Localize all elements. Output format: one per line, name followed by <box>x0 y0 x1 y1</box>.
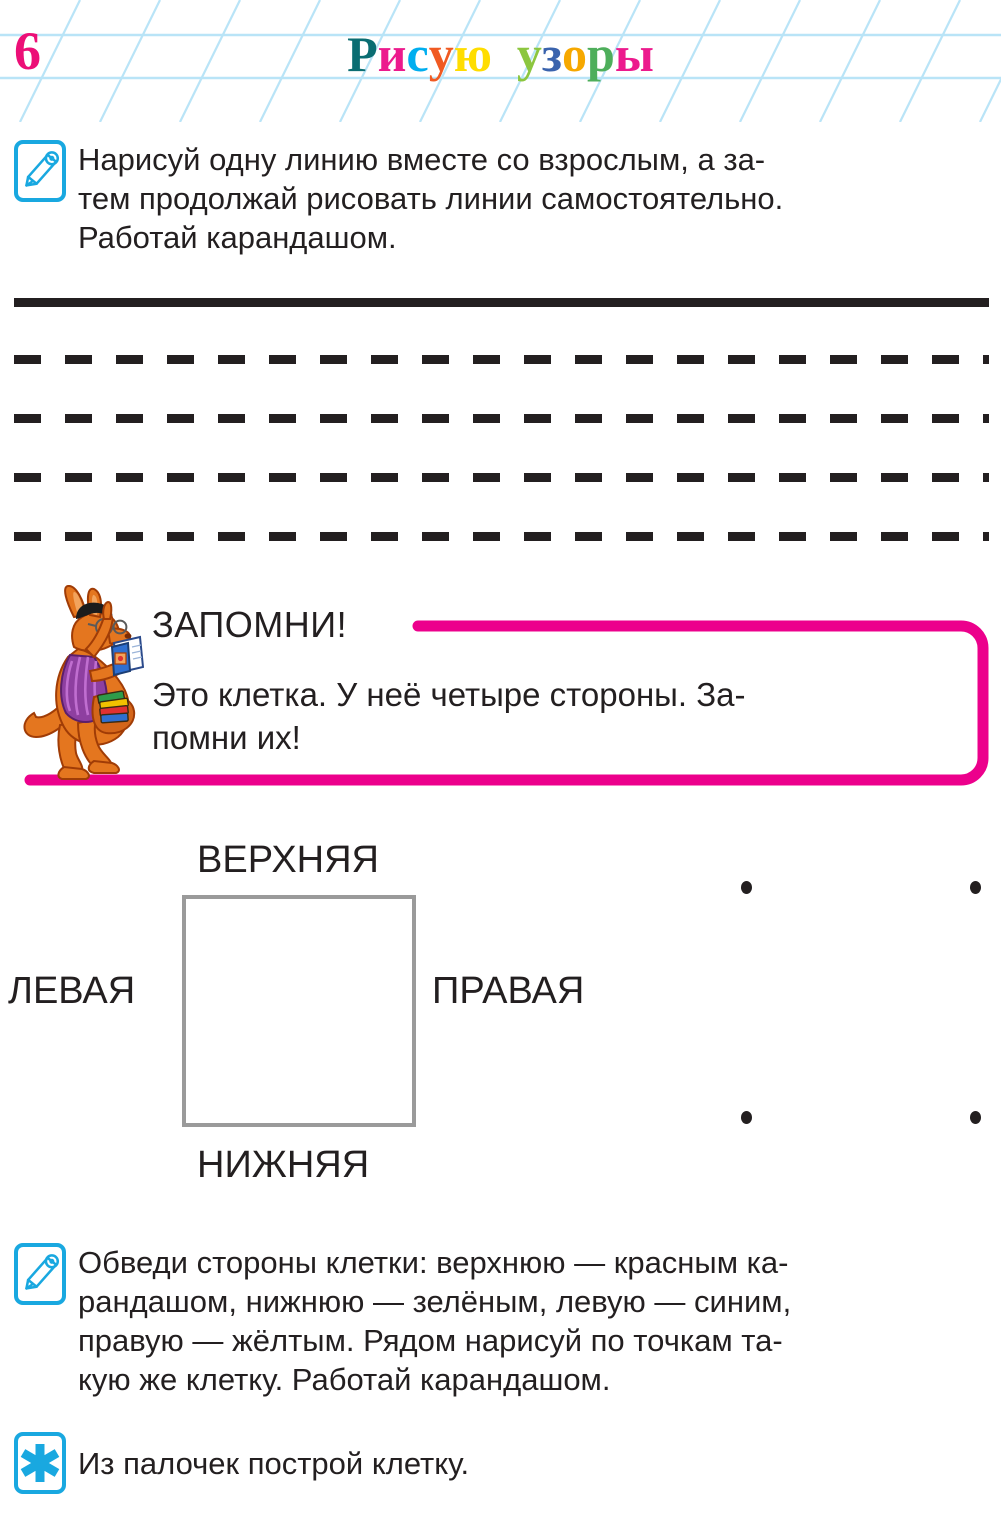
cell-label-top: ВЕРХНЯЯ <box>197 839 380 881</box>
practice-dashed-row-2 <box>14 414 989 423</box>
cell-label-left: ЛЕВАЯ <box>8 970 136 1012</box>
task-1-line-3: Работай карандашом. <box>78 220 397 255</box>
remember-heading: ЗАПОМНИ! <box>152 604 348 645</box>
title-letter-5 <box>492 26 505 82</box>
guide-dot-top-left <box>741 881 752 894</box>
cell-square-outline <box>182 895 416 1127</box>
task-2-line-3: правую — жёлтым. Рядом нарисуй по точкам… <box>78 1323 783 1358</box>
remember-text: Это клетка. У неё четыре стороны. За- по… <box>152 673 852 759</box>
pencil-icon <box>14 1243 66 1305</box>
remember-callout: ЗАПОМНИ! Это клетка. У неё четыре сторон… <box>0 583 1001 798</box>
task-2-line-1: Обведи стороны клетки: верхнюю — красным… <box>78 1245 789 1280</box>
page-title: Рисую узоры <box>0 26 1001 82</box>
task-1-line-2: тем продолжай рисовать линии самостоятел… <box>78 181 784 216</box>
task-1-line-1: Нарисуй одну линию вместе со взрослым, а… <box>78 142 766 177</box>
title-letter-7: у <box>516 26 542 82</box>
practice-solid-line <box>14 298 989 307</box>
title-letter-9: о <box>562 26 587 82</box>
title-letter-3: у <box>428 26 454 82</box>
guide-dot-bottom-left <box>741 1111 752 1124</box>
title-letter-1: и <box>377 26 407 82</box>
guide-dot-top-right <box>970 881 981 894</box>
task-3-line-1: Из палочек построй клетку. <box>78 1445 470 1481</box>
practice-dashed-row-3 <box>14 473 989 482</box>
task-2-line-2: рандашом, нижнюю — зелёным, левую — сини… <box>78 1284 792 1319</box>
cell-label-right: ПРАВАЯ <box>432 970 585 1012</box>
cell-label-bottom: НИЖНЯЯ <box>197 1144 370 1186</box>
task-1-text: Нарисуй одну линию вместе со взрослым, а… <box>78 140 983 257</box>
remember-line-2: помни их! <box>152 719 301 756</box>
cell-diagram: ВЕРХНЯЯ ЛЕВАЯ ПРАВАЯ НИЖНЯЯ <box>0 820 1001 1220</box>
title-letter-8: з <box>541 26 562 82</box>
remember-line-1: Это клетка. У неё четыре стороны. За- <box>152 676 746 713</box>
title-letter-4: ю <box>453 26 492 82</box>
task-2-text: Обведи стороны клетки: верхнюю — красным… <box>78 1243 983 1399</box>
task-3-text: Из палочек построй клетку. <box>78 1444 983 1483</box>
pencil-icon <box>14 140 66 202</box>
practice-dashed-row-1 <box>14 355 989 364</box>
guide-dot-bottom-right <box>970 1111 981 1124</box>
title-letter-0: Р <box>347 26 378 82</box>
practice-dashed-row-4 <box>14 532 989 541</box>
title-letter-6 <box>504 26 517 82</box>
task-3-instruction: Из палочек построй клетку. <box>14 1432 989 1494</box>
task-1-instruction: Нарисуй одну линию вместе со взрослым, а… <box>14 140 989 257</box>
title-letter-11: ы <box>614 26 654 82</box>
title-letter-2: с <box>406 26 429 82</box>
title-letter-10: р <box>587 26 615 82</box>
task-2-line-4: кую же клетку. Работай карандашом. <box>78 1362 611 1397</box>
asterisk-icon <box>14 1432 66 1494</box>
page-header: 6 Рисую узоры <box>0 0 1001 122</box>
task-2-instruction: Обведи стороны клетки: верхнюю — красным… <box>14 1243 989 1399</box>
kangaroo-mascot-icon <box>23 585 144 780</box>
